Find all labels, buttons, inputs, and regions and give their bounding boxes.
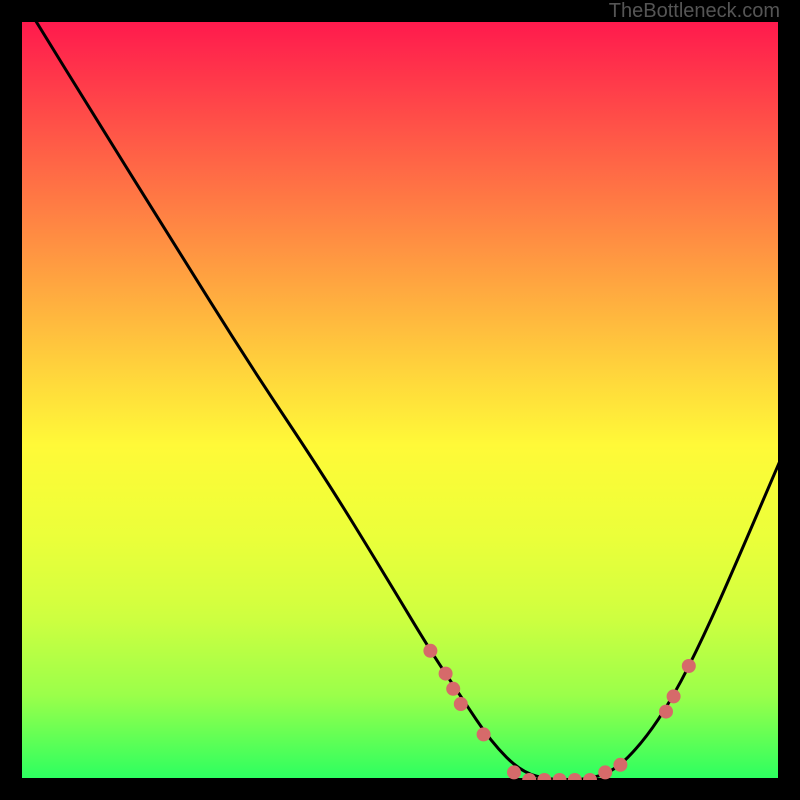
axis-bottom [20, 778, 780, 780]
chart-background-gradient [22, 22, 778, 778]
axis-right [778, 20, 780, 780]
axis-left [20, 20, 22, 780]
watermark-text: TheBottleneck.com [609, 0, 780, 23]
